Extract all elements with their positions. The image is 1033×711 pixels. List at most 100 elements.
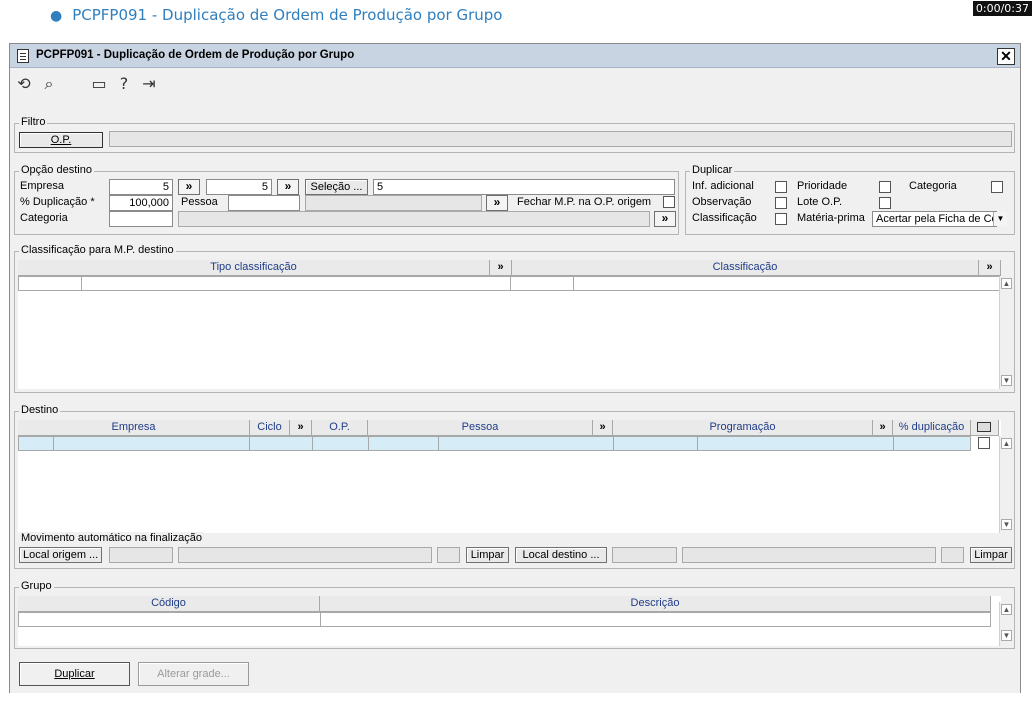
duplicar-button-label: Duplicar [54,668,95,680]
grupo-scrollbar[interactable]: ▲ ▼ [999,602,1013,646]
page-bullet-link-row: ● PCPFP091 - Duplicação de Ordem de Produ… [50,6,503,24]
empresa-lookup-button-2[interactable]: » [277,179,299,195]
movimento-legend: Movimento automático na finalização [19,532,204,544]
local-destino-description-field [682,547,936,563]
window-title: PCPFP091 - Duplicação de Ordem de Produç… [36,49,355,61]
local-origem-description-field [178,547,432,563]
local-destino-button[interactable]: Local destino ... [515,547,607,563]
page-bullet-link[interactable]: PCPFP091 - Duplicação de Ordem de Produç… [72,6,502,24]
observacao-label: Observação [692,196,752,208]
observacao-checkbox[interactable] [775,197,787,209]
empresa-label: Empresa [20,180,65,192]
limpar-destino-button[interactable]: Limpar [970,547,1012,563]
prioridade-checkbox[interactable] [879,181,891,193]
empresa-lookup-button-1[interactable]: » [178,179,200,195]
op-field[interactable] [109,131,1012,147]
scroll-up-icon[interactable]: ▲ [1001,278,1012,289]
grid-cell[interactable] [249,436,313,451]
grid-cell[interactable] [438,436,614,451]
classificacao-dup-label: Classificação [692,212,757,224]
undo-icon[interactable]: ⟲ [15,75,33,93]
chevron-down-icon[interactable]: ▼ [993,212,1007,226]
classificacao-mp-legend: Classificação para M.P. destino [19,244,176,256]
limpar-origem-button[interactable]: Limpar [466,547,509,563]
search-icon[interactable]: ⌕ [40,75,58,93]
destino-group: Destino Empresa Ciclo » O.P. Pessoa » Pr… [14,404,1015,569]
scroll-down-icon[interactable]: ▼ [1001,630,1012,641]
pessoa-lookup-button[interactable]: » [486,195,508,211]
selecao-button[interactable]: Seleção ... [305,179,368,195]
col-descricao[interactable]: Descrição [320,596,991,612]
pessoa-col-lookup-button[interactable]: » [593,420,613,436]
duplicar-button[interactable]: Duplicar [19,662,130,686]
tipo-lookup-button[interactable]: » [490,260,512,276]
op-button[interactable]: O.P. [19,132,103,148]
col-codigo[interactable]: Código [18,596,320,612]
classificacao-mp-grid: Tipo classificação » Classificação » [18,260,1001,389]
grid-cell[interactable] [510,276,574,291]
scroll-up-icon[interactable]: ▲ [1001,438,1012,449]
empresa-field-2[interactable]: 5 [206,179,272,195]
pessoa-field[interactable] [228,195,300,211]
scroll-down-icon[interactable]: ▼ [1001,519,1012,530]
inf-adicional-label: Inf. adicional [692,180,754,192]
scroll-down-icon[interactable]: ▼ [1001,375,1012,386]
row-checkbox[interactable] [978,437,990,449]
grid-cell[interactable] [320,612,991,627]
grid-cell[interactable] [18,612,321,627]
grid-cell[interactable] [893,436,971,451]
fechar-mp-label: Fechar M.P. na O.P. origem [517,196,652,208]
grid-cell[interactable] [573,276,1001,291]
grid-cell[interactable] [18,436,54,451]
col-programacao[interactable]: Programação [613,420,873,436]
op-button-label: O.P. [50,134,72,146]
grid-cell[interactable] [53,436,250,451]
programacao-lookup-button[interactable]: » [873,420,893,436]
destino-grid: Empresa Ciclo » O.P. Pessoa » Programaçã… [18,420,1001,533]
classificacao-scrollbar[interactable]: ▲ ▼ [999,276,1013,389]
calendar-icon[interactable]: ▭ [90,75,108,93]
destino-scrollbar[interactable]: ▲ ▼ [999,436,1013,533]
classificacao-dup-checkbox[interactable] [775,213,787,225]
col-tipo-classificacao[interactable]: Tipo classificação [18,260,490,276]
close-button[interactable]: ✕ [997,48,1015,65]
inf-adicional-checkbox[interactable] [775,181,787,193]
lote-op-checkbox[interactable] [879,197,891,209]
exit-icon[interactable]: ⇥ [140,75,158,93]
main-content: Filtro O.P. Opção destino Empresa 5 » 5 … [10,99,1020,693]
categoria-dup-label: Categoria [909,180,957,192]
grid-cell[interactable] [18,276,82,291]
col-classificacao[interactable]: Classificação [512,260,979,276]
ciclo-lookup-button[interactable]: » [290,420,312,436]
local-origem-code-field [109,547,173,563]
scroll-up-icon[interactable]: ▲ [1001,604,1012,615]
categoria-field[interactable] [109,211,173,227]
grid-cell[interactable] [312,436,369,451]
help-icon[interactable]: ? [115,75,133,93]
local-destino-extra-field [941,547,964,563]
categoria-lookup-button[interactable]: » [654,211,676,227]
grid-cell[interactable] [81,276,511,291]
video-timer: 0:00/0:37 [972,1,1032,16]
categoria-dup-checkbox[interactable] [991,181,1003,193]
materia-prima-select[interactable]: Acertar pela Ficha de Co [872,211,997,227]
col-pessoa[interactable]: Pessoa [368,420,593,436]
classificacao-lookup-button[interactable]: » [979,260,1001,276]
col-op[interactable]: O.P. [312,420,368,436]
select-all-header[interactable] [971,420,999,436]
selecao-field[interactable]: 5 [373,179,675,195]
pessoa-label: Pessoa [181,196,218,208]
categoria-label: Categoria [20,212,68,224]
grid-cell[interactable] [613,436,698,451]
col-empresa[interactable]: Empresa [18,420,250,436]
alterar-grade-button[interactable]: Alterar grade... [138,662,249,686]
col-pct-duplicacao[interactable]: % duplicação [893,420,971,436]
pct-duplicacao-field[interactable]: 100,000 [109,195,173,211]
local-origem-button[interactable]: Local origem ... [19,547,102,563]
grid-cell[interactable] [368,436,439,451]
empresa-field-1[interactable]: 5 [109,179,173,195]
select-all-icon[interactable] [977,422,991,432]
fechar-mp-checkbox[interactable] [663,196,675,208]
col-ciclo[interactable]: Ciclo [250,420,290,436]
grid-cell[interactable] [697,436,894,451]
